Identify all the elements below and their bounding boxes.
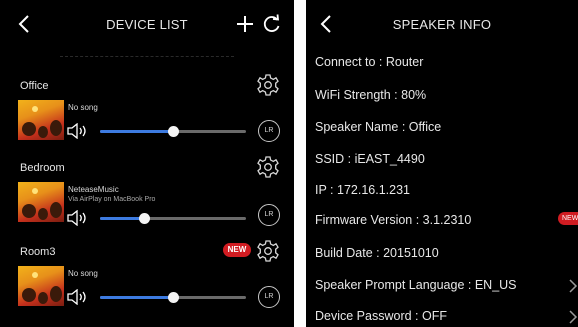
- volume-button[interactable]: [66, 122, 90, 140]
- room-card[interactable]: Room3 NEW No song LR: [0, 240, 294, 327]
- room-settings-button[interactable]: [256, 73, 280, 97]
- song-title: No song: [68, 103, 98, 112]
- stereo-lr-button[interactable]: LR: [258, 286, 280, 308]
- info-connect-to: Connect to : Router: [315, 55, 424, 69]
- room-name: Bedroom: [20, 162, 65, 174]
- room-name: Room3: [20, 246, 56, 258]
- song-source: Via AirPlay on MacBook Pro: [68, 196, 156, 203]
- speaker-volume-icon: [67, 209, 86, 227]
- info-device-password[interactable]: Device Password : OFF: [315, 309, 447, 323]
- room-settings-button[interactable]: [256, 239, 280, 263]
- volume-button[interactable]: [66, 288, 90, 306]
- room-settings-button[interactable]: [256, 155, 280, 179]
- device-list-header: DEVICE LIST: [0, 0, 294, 50]
- speaker-volume-icon: [67, 122, 86, 140]
- volume-fill: [100, 296, 173, 299]
- chevron-right-icon: [569, 279, 578, 293]
- room-card[interactable]: Office No song LR: [0, 74, 294, 162]
- volume-knob[interactable]: [138, 213, 150, 224]
- room-name: Office: [20, 80, 49, 92]
- info-ssid: SSID : iEAST_4490: [315, 152, 425, 166]
- volume-slider[interactable]: [100, 213, 246, 224]
- info-wifi-strength: WiFi Strength : 80%: [315, 88, 427, 102]
- new-firmware-badge: NEW: [223, 243, 251, 257]
- volume-slider[interactable]: [100, 126, 246, 137]
- refresh-icon: [263, 14, 280, 32]
- gear-icon: [257, 74, 279, 96]
- refresh-button[interactable]: [262, 13, 282, 35]
- stereo-lr-button[interactable]: LR: [258, 204, 280, 226]
- volume-knob[interactable]: [168, 292, 179, 303]
- page-title: SPEAKER INFO: [392, 17, 492, 32]
- volume-fill: [100, 217, 144, 220]
- song-title: No song: [68, 269, 98, 278]
- firmware-new-badge: NEW: [558, 212, 578, 225]
- gear-icon: [257, 156, 279, 178]
- volume-fill: [100, 130, 173, 133]
- info-speaker-name[interactable]: Speaker Name : Office: [315, 120, 441, 134]
- header-divider: [60, 56, 234, 57]
- info-ip: IP : 172.16.1.231: [315, 183, 410, 197]
- speaker-info-header: SPEAKER INFO: [306, 0, 578, 50]
- volume-button[interactable]: [66, 209, 90, 227]
- song-title: NeteaseMusic: [68, 185, 119, 194]
- album-cover: [18, 100, 64, 140]
- info-build-date: Build Date : 20151010: [315, 246, 439, 260]
- volume-knob[interactable]: [168, 126, 179, 137]
- stereo-lr-button[interactable]: LR: [258, 120, 280, 142]
- album-cover: [18, 266, 64, 306]
- gear-icon: [257, 240, 279, 262]
- add-device-button[interactable]: [235, 13, 255, 35]
- room-card[interactable]: Bedroom NeteaseMusic Via AirPlay on MacB…: [0, 156, 294, 244]
- speaker-info-screen: SPEAKER INFO Connect to : Router WiFi St…: [306, 0, 578, 327]
- device-list-screen: DEVICE LIST Office No song LR Bedroom Ne…: [0, 0, 294, 327]
- speaker-volume-icon: [67, 288, 86, 306]
- plus-icon: [237, 16, 253, 32]
- info-firmware-version[interactable]: Firmware Version : 3.1.2310: [315, 213, 471, 227]
- volume-slider[interactable]: [100, 292, 246, 303]
- info-prompt-language[interactable]: Speaker Prompt Language : EN_US: [315, 278, 517, 292]
- chevron-right-icon: [569, 310, 578, 324]
- album-cover: [18, 182, 64, 222]
